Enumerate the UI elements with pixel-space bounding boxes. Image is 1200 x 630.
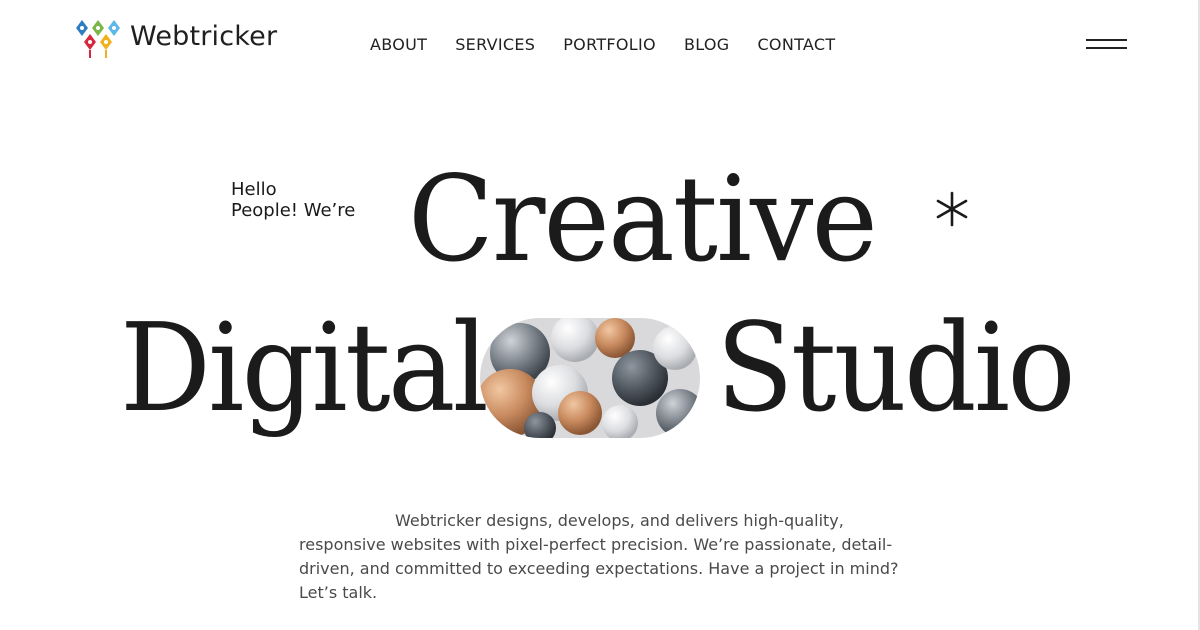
hero-word-studio: Studio bbox=[716, 297, 1076, 439]
greeting-line-2: People! We’re bbox=[231, 200, 356, 221]
nav-blog[interactable]: BLOG bbox=[684, 35, 730, 54]
hamburger-menu-icon[interactable] bbox=[1086, 38, 1128, 52]
asterisk-icon bbox=[936, 191, 968, 227]
nav-about[interactable]: ABOUT bbox=[370, 35, 427, 54]
hero-greeting: Hello People! We’re bbox=[231, 179, 355, 221]
intro-paragraph: Webtricker designs, develops, and delive… bbox=[299, 511, 899, 602]
hero-word-creative: Creative bbox=[408, 150, 878, 288]
logo-mark-icon bbox=[76, 20, 120, 58]
logo-text: Webtricker bbox=[130, 21, 278, 52]
nav-portfolio[interactable]: PORTFOLIO bbox=[563, 35, 656, 54]
menu-line-bottom bbox=[1086, 47, 1127, 49]
nav-services[interactable]: SERVICES bbox=[455, 35, 535, 54]
nav-contact[interactable]: CONTACT bbox=[757, 35, 835, 54]
hero-spheres-image bbox=[480, 318, 700, 438]
greeting-line-1: Hello bbox=[231, 179, 277, 200]
menu-line-top bbox=[1086, 39, 1127, 41]
hero-word-digital: Digital bbox=[120, 297, 489, 439]
main-nav: ABOUT SERVICES PORTFOLIO BLOG CONTACT bbox=[370, 35, 863, 54]
site-logo[interactable]: Webtricker bbox=[74, 18, 277, 62]
